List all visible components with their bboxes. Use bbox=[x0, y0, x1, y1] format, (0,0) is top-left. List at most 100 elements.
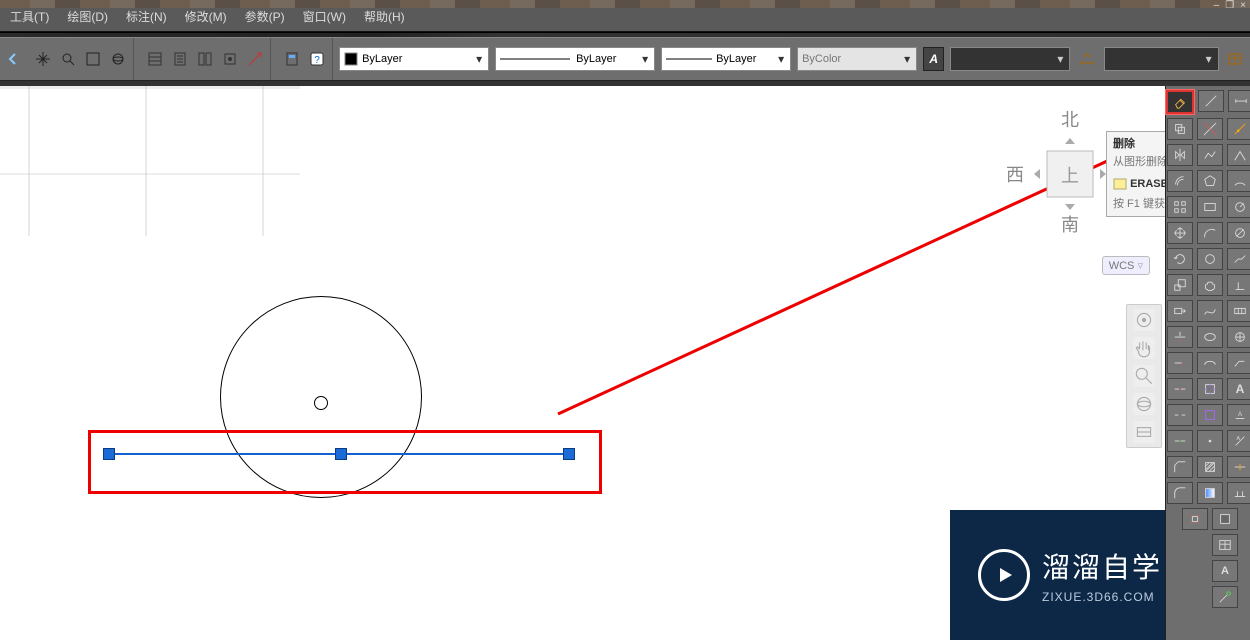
mtext-tool[interactable]: A bbox=[1212, 560, 1238, 582]
menu-parametric[interactable]: 参数(P) bbox=[245, 8, 285, 25]
move-tool[interactable] bbox=[1167, 222, 1193, 244]
add-selected-tool[interactable] bbox=[1212, 586, 1238, 608]
menu-draw[interactable]: 绘图(D) bbox=[67, 8, 108, 25]
explode-tool[interactable] bbox=[1182, 508, 1208, 530]
menu-modify[interactable]: 修改(M) bbox=[185, 8, 227, 25]
copy-tool[interactable] bbox=[1167, 118, 1193, 140]
calculator-icon[interactable] bbox=[281, 48, 303, 70]
tooltip-cmd: ERASE bbox=[1130, 178, 1168, 190]
quick-measure-tool[interactable] bbox=[1227, 118, 1250, 140]
array-tool[interactable] bbox=[1167, 196, 1193, 218]
arrow-left-icon[interactable] bbox=[4, 48, 22, 70]
layer-color-combo[interactable]: ByLayer ▾ bbox=[339, 47, 489, 71]
watermark: 溜溜自学 ZIXUE.3D66.COM bbox=[950, 510, 1190, 640]
tool-palette-icon[interactable] bbox=[194, 48, 216, 70]
drawing-area[interactable]: 北 南 西 东 上 WCS ▿ 删除 从图形删除对象 ERASE 按 F1 键获… bbox=[0, 86, 1250, 640]
arc-dim-tool[interactable] bbox=[1227, 170, 1250, 192]
ellipse-tool[interactable] bbox=[1197, 326, 1223, 348]
join-tool[interactable] bbox=[1167, 430, 1193, 452]
revcloud-tool[interactable] bbox=[1197, 274, 1223, 296]
dim-angle-edit-tool[interactable]: A bbox=[1227, 430, 1250, 452]
table-style-icon[interactable] bbox=[1225, 47, 1246, 71]
markup-icon[interactable] bbox=[244, 48, 266, 70]
construction-line-tool[interactable] bbox=[1197, 118, 1223, 140]
angular-dim-tool[interactable] bbox=[1227, 144, 1250, 166]
point-tool[interactable] bbox=[1197, 430, 1223, 452]
erase-tool[interactable] bbox=[1166, 90, 1194, 114]
rectangle-tool[interactable] bbox=[1197, 196, 1223, 218]
linetype-label: ByLayer bbox=[716, 53, 756, 65]
circle-tool[interactable] bbox=[1197, 248, 1223, 270]
ordinate-dim-tool[interactable] bbox=[1227, 274, 1250, 296]
region-tool[interactable] bbox=[1212, 508, 1238, 530]
design-center-icon[interactable] bbox=[219, 48, 241, 70]
linetype-combo[interactable]: ByLayer ▾ bbox=[661, 47, 791, 71]
navcube-north: 北 bbox=[1061, 110, 1079, 130]
dimtext-edit-tool[interactable]: A bbox=[1227, 404, 1250, 426]
plotstyle-combo[interactable]: ByColor ▾ bbox=[797, 47, 917, 71]
zoom-icon[interactable] bbox=[1133, 365, 1155, 387]
spline-tool[interactable] bbox=[1197, 300, 1223, 322]
scale-tool[interactable] bbox=[1167, 274, 1193, 296]
chamfer-tool[interactable] bbox=[1167, 456, 1193, 478]
make-block-tool[interactable] bbox=[1197, 404, 1223, 426]
restore-icon[interactable]: ❐ bbox=[1225, 0, 1234, 14]
minimize-icon[interactable]: – bbox=[1214, 0, 1220, 14]
mleader-tool[interactable] bbox=[1227, 352, 1250, 374]
zoom-window-icon[interactable] bbox=[57, 48, 79, 70]
textstyle-combo[interactable]: ▾ bbox=[950, 47, 1070, 71]
break-tool[interactable] bbox=[1167, 404, 1193, 426]
sheet-set-icon[interactable] bbox=[169, 48, 191, 70]
orbit-nav-icon[interactable] bbox=[1133, 393, 1155, 415]
extend-tool[interactable] bbox=[1167, 352, 1193, 374]
orbit-icon[interactable] bbox=[107, 48, 129, 70]
line-tool[interactable] bbox=[1198, 90, 1224, 112]
watermark-logo-icon bbox=[978, 549, 1030, 601]
mirror-tool[interactable] bbox=[1167, 144, 1193, 166]
menu-tools[interactable]: 工具(T) bbox=[10, 8, 49, 25]
properties-icon[interactable] bbox=[144, 48, 166, 70]
menu-help[interactable]: 帮助(H) bbox=[364, 8, 405, 25]
arc-tool[interactable] bbox=[1197, 222, 1223, 244]
dimstyle-combo[interactable]: ▾ bbox=[1104, 47, 1219, 71]
close-icon[interactable]: × bbox=[1240, 0, 1246, 14]
radius-dim-tool[interactable] bbox=[1227, 196, 1250, 218]
polygon-tool[interactable] bbox=[1197, 170, 1223, 192]
svg-text:A: A bbox=[1237, 436, 1241, 442]
chevron-down-icon: ▿ bbox=[1137, 260, 1143, 272]
center-mark-tool[interactable] bbox=[1227, 326, 1250, 348]
offset-tool[interactable] bbox=[1167, 170, 1193, 192]
svg-text:A: A bbox=[1238, 411, 1243, 418]
show-motion-icon[interactable] bbox=[1133, 421, 1155, 443]
measure-tool[interactable] bbox=[1228, 90, 1250, 112]
insert-block-tool[interactable] bbox=[1197, 378, 1223, 400]
lineweight-combo[interactable]: ByLayer ▾ bbox=[495, 47, 655, 71]
diameter-dim-tool[interactable] bbox=[1227, 222, 1250, 244]
steering-wheel-icon[interactable] bbox=[1133, 309, 1155, 331]
hatch-tool[interactable] bbox=[1197, 456, 1223, 478]
break-at-point-tool[interactable] bbox=[1167, 378, 1193, 400]
dimstyle-update-tool[interactable] bbox=[1227, 456, 1250, 478]
zoom-extents-icon[interactable] bbox=[82, 48, 104, 70]
gradient-tool[interactable] bbox=[1197, 482, 1223, 504]
menu-window[interactable]: 窗口(W) bbox=[303, 8, 346, 25]
trim-tool[interactable] bbox=[1167, 326, 1193, 348]
textstyle-icon[interactable]: A bbox=[923, 47, 944, 71]
pan-icon[interactable] bbox=[32, 48, 54, 70]
dimstyle-icon[interactable] bbox=[1076, 47, 1097, 71]
tolerance-tool[interactable] bbox=[1227, 300, 1250, 322]
menu-dimension[interactable]: 标注(N) bbox=[126, 8, 167, 25]
table-tool[interactable] bbox=[1212, 534, 1238, 556]
jogged-dim-tool[interactable] bbox=[1227, 248, 1250, 270]
fillet-tool[interactable] bbox=[1167, 482, 1193, 504]
pan-hand-icon[interactable] bbox=[1133, 337, 1155, 359]
text-tool-A[interactable]: A bbox=[1227, 378, 1250, 400]
rotate-tool[interactable] bbox=[1167, 248, 1193, 270]
svg-text:?: ? bbox=[314, 55, 320, 66]
help-icon[interactable]: ? bbox=[306, 48, 328, 70]
polyline-tool[interactable] bbox=[1197, 144, 1223, 166]
dim-reassociate-tool[interactable] bbox=[1227, 482, 1250, 504]
stretch-tool[interactable] bbox=[1167, 300, 1193, 322]
wcs-dropdown[interactable]: WCS ▿ bbox=[1102, 256, 1150, 275]
ellipse-arc-tool[interactable] bbox=[1197, 352, 1223, 374]
